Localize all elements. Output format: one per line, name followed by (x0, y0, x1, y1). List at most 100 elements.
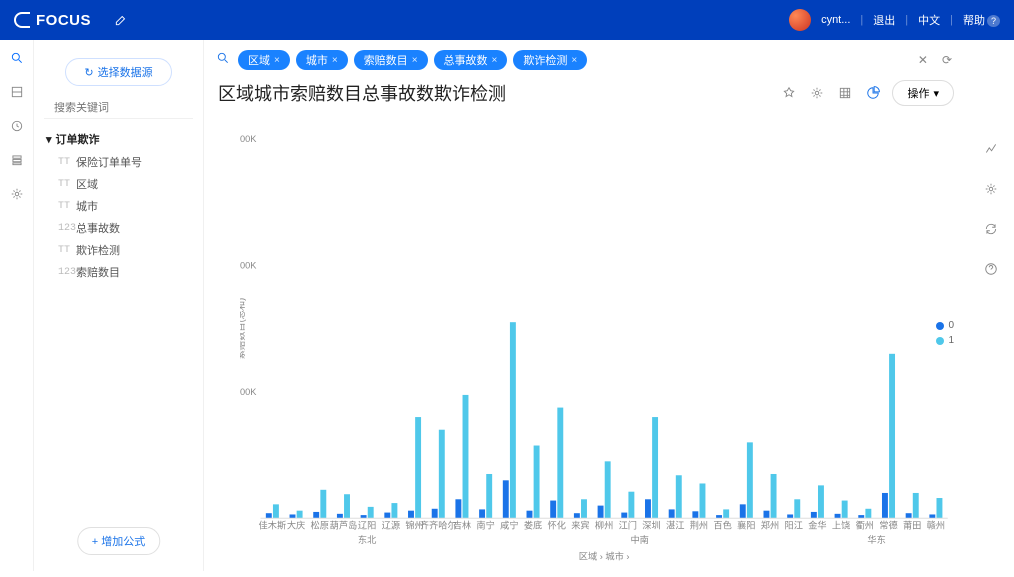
bar[interactable] (598, 506, 604, 519)
bar[interactable] (811, 512, 817, 518)
query-pill[interactable]: 总事故数× (434, 50, 508, 70)
bar[interactable] (676, 475, 682, 518)
bar[interactable] (527, 511, 533, 519)
bar[interactable] (747, 442, 753, 518)
search-nav-icon[interactable] (9, 50, 25, 66)
field-item[interactable]: 123总事故数 (44, 217, 193, 239)
history-nav-icon[interactable] (9, 118, 25, 134)
logout-link[interactable]: 退出 (873, 12, 895, 28)
bar[interactable] (787, 514, 793, 518)
bar[interactable] (297, 511, 303, 519)
bar[interactable] (574, 513, 580, 518)
pin-icon[interactable] (780, 84, 798, 102)
compose-icon[interactable] (109, 8, 133, 32)
pill-remove-icon[interactable]: × (412, 55, 418, 66)
bar[interactable] (337, 514, 343, 518)
bar[interactable] (865, 509, 871, 518)
select-datasource-button[interactable]: ↻选择数据源 (65, 58, 171, 86)
settings-icon[interactable] (808, 84, 826, 102)
bar[interactable] (842, 501, 848, 519)
help-link[interactable]: 帮助? (963, 12, 1000, 28)
language-link[interactable]: 中文 (918, 12, 940, 28)
bar[interactable] (929, 514, 935, 518)
field-item[interactable]: TT保险订单单号 (44, 151, 193, 173)
bar[interactable] (882, 493, 888, 518)
bar[interactable] (906, 513, 912, 518)
add-formula-button[interactable]: + 增加公式 (77, 527, 160, 555)
pill-remove-icon[interactable]: × (332, 55, 338, 66)
bar[interactable] (290, 514, 296, 518)
board-nav-icon[interactable] (9, 84, 25, 100)
table-view-icon[interactable] (836, 84, 854, 102)
bar[interactable] (463, 395, 469, 518)
bar[interactable] (273, 504, 279, 518)
chart-view-icon[interactable] (864, 84, 882, 102)
bar[interactable] (344, 494, 350, 518)
username[interactable]: cynt... (821, 14, 850, 26)
pill-remove-icon[interactable]: × (492, 55, 498, 66)
bar[interactable] (913, 493, 919, 518)
query-pill[interactable]: 索赔数目× (354, 50, 428, 70)
bar[interactable] (486, 474, 492, 518)
bar[interactable] (740, 504, 746, 518)
bar[interactable] (550, 501, 556, 519)
bar[interactable] (313, 512, 319, 518)
bar[interactable] (534, 446, 540, 519)
bar[interactable] (479, 509, 485, 518)
bar[interactable] (439, 430, 445, 519)
bar[interactable] (503, 480, 509, 518)
bar[interactable] (771, 474, 777, 518)
chart-type-icon[interactable] (982, 140, 1000, 158)
settings-nav-icon[interactable] (9, 186, 25, 202)
bar[interactable] (669, 509, 675, 518)
bar[interactable] (368, 507, 374, 518)
bar[interactable] (557, 408, 563, 519)
data-nav-icon[interactable] (9, 152, 25, 168)
field-item[interactable]: TT城市 (44, 195, 193, 217)
query-search-icon[interactable] (216, 51, 230, 70)
field-search[interactable] (44, 98, 193, 119)
chart-settings-icon[interactable] (982, 180, 1000, 198)
bar[interactable] (723, 509, 729, 518)
field-item[interactable]: TT欺诈检测 (44, 239, 193, 261)
bar[interactable] (763, 511, 769, 519)
bar[interactable] (391, 503, 397, 518)
chart-help-icon[interactable] (982, 260, 1000, 278)
bar[interactable] (936, 498, 942, 518)
bar[interactable] (455, 499, 461, 518)
field-search-input[interactable] (54, 102, 196, 114)
field-item[interactable]: TT区域 (44, 173, 193, 195)
bar[interactable] (794, 499, 800, 518)
field-item[interactable]: 123索赔数目 (44, 261, 193, 283)
bar[interactable] (652, 417, 658, 518)
clear-query-icon[interactable]: ✕ (914, 53, 932, 67)
bar[interactable] (645, 499, 651, 518)
bar[interactable] (581, 499, 587, 518)
chart-refresh-icon[interactable] (982, 220, 1000, 238)
avatar[interactable] (789, 9, 811, 31)
bar[interactable] (266, 513, 272, 518)
bar[interactable] (818, 485, 824, 518)
bar[interactable] (432, 509, 438, 518)
legend-item[interactable]: 0 (936, 320, 954, 331)
query-pill[interactable]: 欺诈检测× (513, 50, 587, 70)
bar[interactable] (692, 511, 698, 518)
pill-remove-icon[interactable]: × (571, 55, 577, 66)
bar[interactable] (384, 513, 390, 519)
category-header[interactable]: ▾订单欺诈 (44, 127, 193, 151)
operations-button[interactable]: 操作▾ (892, 80, 954, 106)
bar[interactable] (621, 513, 627, 519)
bar[interactable] (320, 490, 326, 518)
query-pill[interactable]: 城市× (296, 50, 348, 70)
query-pill[interactable]: 区域× (238, 50, 290, 70)
pill-remove-icon[interactable]: × (274, 55, 280, 66)
refresh-query-icon[interactable]: ⟳ (938, 53, 956, 67)
bar[interactable] (415, 417, 421, 518)
legend-item[interactable]: 1 (936, 335, 954, 346)
bar[interactable] (889, 354, 895, 518)
bar[interactable] (408, 511, 414, 519)
bar[interactable] (835, 514, 841, 518)
bar[interactable] (628, 492, 634, 519)
bar[interactable] (510, 322, 516, 518)
bar[interactable] (605, 461, 611, 518)
